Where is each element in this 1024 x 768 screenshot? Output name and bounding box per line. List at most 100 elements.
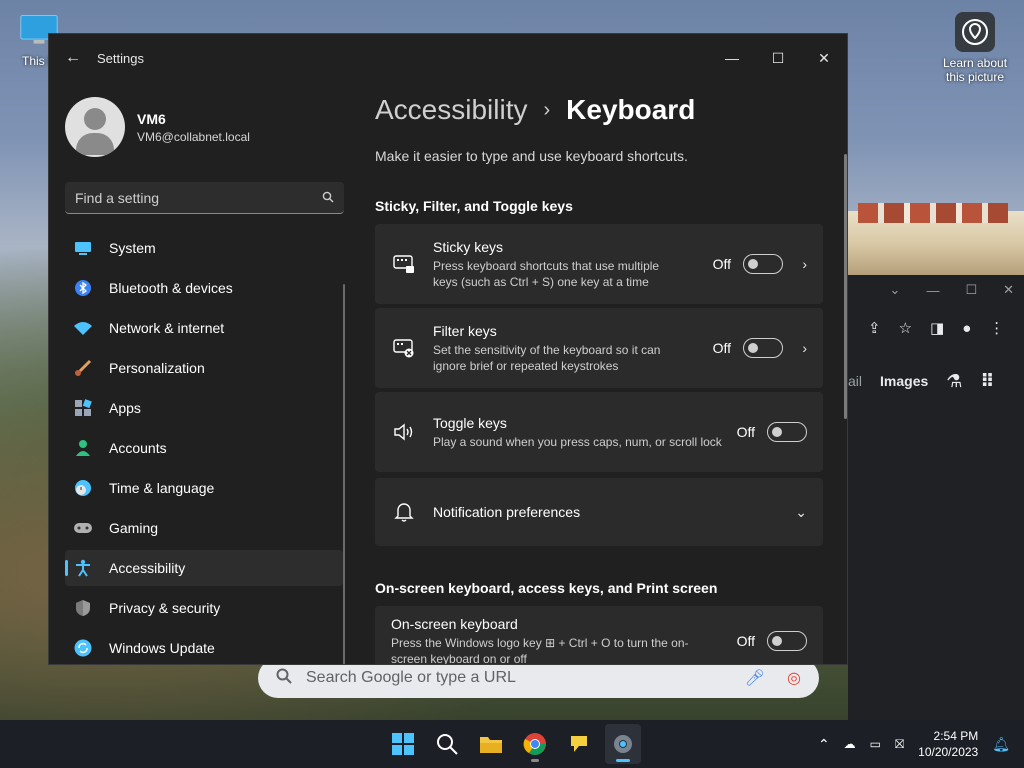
apps-grid-icon[interactable]: ⠿	[980, 371, 994, 392]
notification-preferences-card[interactable]: Notification preferences ⌄	[375, 478, 823, 546]
breadcrumb-parent[interactable]: Accessibility	[375, 94, 527, 126]
sidepanel-icon[interactable]: ◨	[930, 319, 944, 337]
clock-date: 10/20/2023	[918, 745, 979, 759]
back-arrow-icon[interactable]: ←	[49, 49, 97, 67]
file-explorer-button[interactable]	[473, 724, 509, 764]
sidebar-item-label: Bluetooth & devices	[109, 280, 233, 296]
toggle-keys-desc: Play a sound when you press caps, num, o…	[433, 434, 722, 449]
chrome-icon	[523, 733, 546, 756]
avatar	[65, 97, 125, 157]
search-button[interactable]	[429, 724, 465, 764]
settings-taskbar-button[interactable]	[605, 724, 641, 764]
share-icon[interactable]: ⇪	[868, 319, 881, 337]
profile[interactable]: VM6 VM6@collabnet.local	[49, 82, 359, 172]
sidebar-item-bluetooth[interactable]: Bluetooth & devices	[65, 270, 343, 306]
sticky-keys-card[interactable]: Sticky keys Press keyboard shortcuts tha…	[375, 224, 823, 304]
toggle-keys-toggle[interactable]	[767, 422, 807, 442]
titlebar: ← Settings — ☐ ✕	[49, 34, 847, 82]
maximize-icon[interactable]: ☐	[965, 282, 977, 298]
sticky-keys-title: Sticky keys	[433, 238, 504, 255]
on-screen-keyboard-title: On-screen keyboard	[391, 615, 518, 632]
star-icon[interactable]: ☆	[899, 319, 912, 337]
profile-icon[interactable]: ●	[962, 320, 971, 337]
filter-keys-card[interactable]: Filter keys Set the sensitivity of the k…	[375, 308, 823, 388]
network-muted-icon[interactable]: ⛝	[895, 737, 904, 752]
chevron-down-icon[interactable]: ⌄	[890, 282, 901, 298]
chevron-down-icon[interactable]: ⌄	[783, 504, 807, 521]
close-button[interactable]: ✕	[801, 50, 847, 67]
sidebar-scrollbar[interactable]	[343, 284, 345, 664]
sidebar-item-apps[interactable]: Apps	[65, 390, 343, 426]
sidebar-item-personalization[interactable]: Personalization	[65, 350, 343, 386]
toggle-keys-state: Off	[736, 424, 755, 440]
taskbar-apps	[385, 720, 641, 768]
learn-about-picture[interactable]: Learn about this picture	[938, 12, 1012, 84]
sidebar-item-label: Accounts	[109, 440, 167, 456]
sidebar-item-label: Privacy & security	[109, 600, 221, 616]
chrome-window: ⌄ — ☐ ✕ ⇪ ☆ ◨ ● ⋮ ail Images ⚗ ⠿	[848, 275, 1024, 720]
sidebar-item-accounts[interactable]: Accounts	[65, 430, 343, 466]
sidebar-item-label: Windows Update	[109, 640, 215, 656]
sticky-notes-button[interactable]	[561, 724, 597, 764]
chevron-right-icon[interactable]: ›	[783, 256, 807, 272]
on-screen-keyboard-toggle[interactable]	[767, 631, 807, 651]
shield-icon	[73, 598, 93, 618]
apps-icon	[73, 398, 93, 418]
sidebar-item-label: Network & internet	[109, 320, 225, 336]
paintbrush-icon	[73, 358, 93, 378]
sidebar-item-label: Accessibility	[109, 560, 186, 576]
lens-icon[interactable]: ◎	[787, 668, 801, 688]
wifi-icon	[73, 318, 93, 338]
labs-flask-icon[interactable]: ⚗	[946, 371, 962, 392]
toggle-keys-card[interactable]: Toggle keys Play a sound when you press …	[375, 392, 823, 472]
close-icon[interactable]: ✕	[1003, 282, 1014, 298]
chevron-right-icon: ›	[543, 98, 551, 121]
toggle-keys-title: Toggle keys	[433, 414, 507, 431]
sidebar-item-system[interactable]: System	[65, 230, 343, 266]
sidebar-item-label: Time & language	[109, 480, 215, 496]
profile-email: VM6@collabnet.local	[137, 129, 250, 144]
cloud-icon[interactable]: ☁	[844, 737, 856, 751]
window-title: Settings	[97, 50, 144, 66]
main-scrollbar[interactable]	[844, 154, 847, 419]
microphone-icon[interactable]: 🎤︎	[745, 668, 765, 688]
sidebar-item-time-language[interactable]: Time & language	[65, 470, 343, 506]
sidebar-item-privacy[interactable]: Privacy & security	[65, 590, 343, 626]
sidebar: VM6 VM6@collabnet.local Find a setting S…	[49, 82, 359, 664]
menu-dots-icon[interactable]: ⋮	[989, 319, 1004, 337]
sidebar-item-gaming[interactable]: Gaming	[65, 510, 343, 546]
filter-keys-toggle[interactable]	[743, 338, 783, 358]
sidebar-item-accessibility[interactable]: Accessibility	[65, 550, 343, 586]
bluetooth-icon	[73, 278, 93, 298]
nav-list: System Bluetooth & devices Network & int…	[49, 230, 359, 664]
clock-globe-icon	[73, 478, 93, 498]
chevron-up-icon[interactable]: ⌃	[818, 736, 830, 753]
page-title: Keyboard	[566, 94, 696, 125]
sidebar-item-windows-update[interactable]: Windows Update	[65, 630, 343, 664]
gmail-link[interactable]: ail	[848, 373, 862, 389]
chevron-right-icon[interactable]: ›	[783, 340, 807, 356]
display-icon[interactable]: ▭	[870, 737, 881, 751]
notes-icon	[571, 736, 587, 752]
sticky-keys-desc: Press keyboard shortcuts that use multip…	[433, 258, 660, 289]
on-screen-keyboard-card[interactable]: On-screen keyboard Press the Windows log…	[375, 606, 823, 664]
chrome-button[interactable]	[517, 724, 553, 764]
clock-time: 2:54 PM	[933, 729, 979, 743]
start-button[interactable]	[385, 724, 421, 764]
sticky-keys-toggle[interactable]	[743, 254, 783, 274]
sidebar-item-network[interactable]: Network & internet	[65, 310, 343, 346]
google-search-placeholder: Search Google or type a URL	[306, 669, 516, 686]
minimize-button[interactable]: —	[709, 50, 755, 66]
sidebar-item-label: Gaming	[109, 520, 159, 536]
minimize-icon[interactable]: —	[926, 283, 939, 298]
search-icon	[437, 734, 458, 755]
find-setting-placeholder: Find a setting	[75, 189, 160, 206]
speaker-icon	[391, 419, 417, 445]
maximize-button[interactable]: ☐	[755, 50, 801, 67]
notification-bell-icon[interactable]: 🔔︎	[992, 736, 1010, 753]
clock[interactable]: 2:54 PM 10/20/2023	[918, 728, 978, 760]
images-link[interactable]: Images	[880, 373, 928, 389]
main-content: Accessibility › Keyboard Make it easier …	[375, 82, 847, 664]
section-heading: Sticky, Filter, and Toggle keys	[375, 198, 573, 214]
find-setting-input[interactable]: Find a setting	[65, 182, 344, 214]
